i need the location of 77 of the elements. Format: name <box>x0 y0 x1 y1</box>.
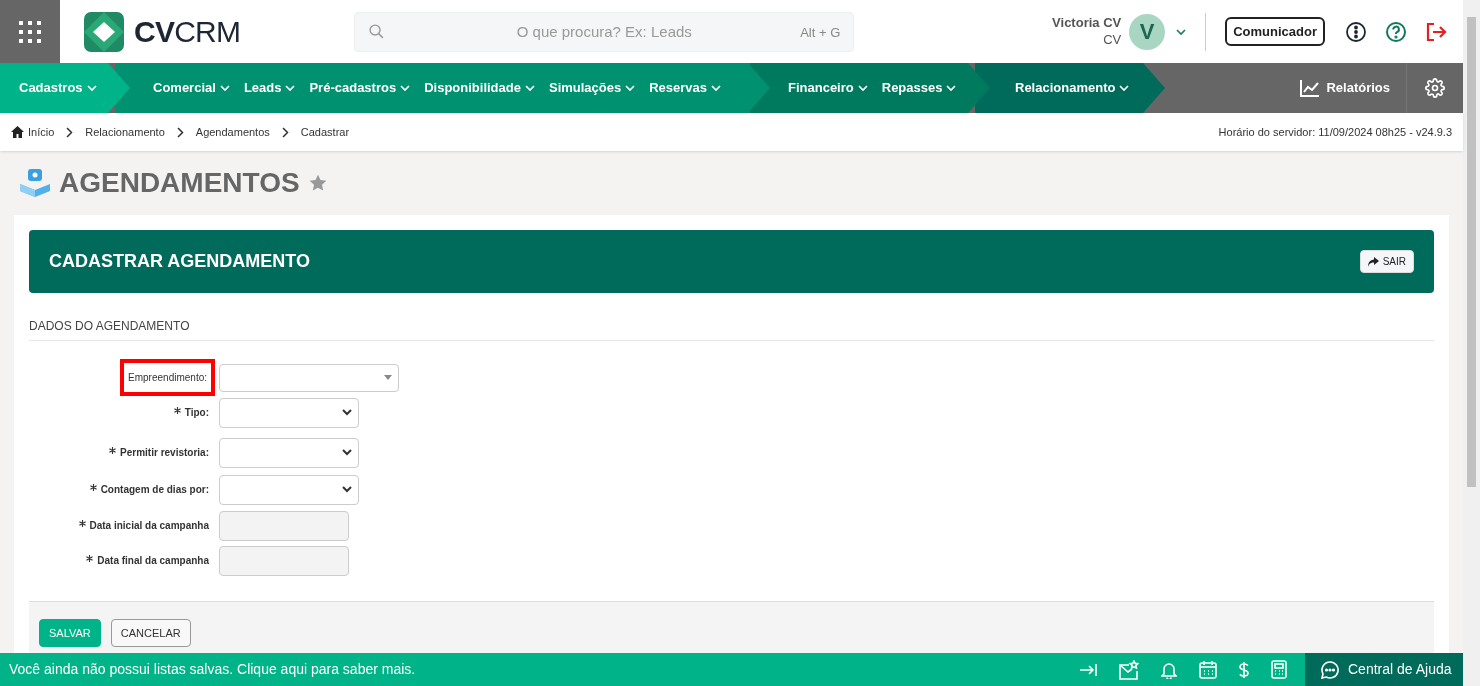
menu-item[interactable]: Relacionamento <box>1015 78 1130 98</box>
arrow-to-bar-icon[interactable] <box>1079 662 1097 677</box>
communicator-button[interactable]: Comunicador <box>1225 17 1325 46</box>
server-time: Horário do servidor: 11/09/2024 08h25 - v24.9.3 <box>1218 124 1452 140</box>
dollar-icon[interactable] <box>1239 660 1249 679</box>
chevron-down-icon <box>400 84 411 92</box>
exit-button[interactable]: SAIR <box>1359 250 1414 273</box>
chevron-down-icon <box>946 84 957 92</box>
calculator-icon[interactable] <box>1271 660 1287 679</box>
calendar-icon[interactable] <box>1199 660 1217 679</box>
chevron-down-icon <box>342 449 352 456</box>
field-label: Contagem de dias por: <box>100 483 209 497</box>
help-icon[interactable] <box>1385 20 1407 43</box>
chevron-down-icon <box>342 409 352 416</box>
chevron-down-icon <box>857 84 868 92</box>
chevron-down-icon <box>1119 84 1130 92</box>
chevron-down-icon <box>711 84 722 92</box>
logo-text: CVCRM <box>134 16 241 47</box>
person-board-icon <box>19 168 51 198</box>
envelope-star-icon[interactable] <box>1119 659 1139 680</box>
chevron-down-icon <box>285 84 296 92</box>
chevron-right-icon <box>66 126 74 138</box>
reports-link[interactable]: Relatórios <box>1300 78 1406 98</box>
menu-item[interactable]: Simulações <box>548 78 636 98</box>
cancel-button[interactable]: CANCELAR <box>110 619 191 647</box>
saved-lists-message[interactable]: Você ainda não possui listas salvas. Clique aqui para saber mais. <box>0 659 416 680</box>
chevron-right-icon <box>281 126 289 138</box>
star-icon[interactable] <box>307 173 328 193</box>
menu-item[interactable]: Leads <box>243 78 296 98</box>
shortcut-hint: Alt + G <box>800 23 841 42</box>
search-icon <box>368 22 386 40</box>
menu-item[interactable]: Pré-cadastros <box>309 78 411 98</box>
field-label: Data inicial da campanha <box>89 519 209 533</box>
menu-item[interactable]: Repasses <box>881 78 957 98</box>
line-chart-icon <box>1300 79 1321 97</box>
breadcrumb-link[interactable]: Início <box>28 123 55 141</box>
share-arrow-icon <box>1367 256 1379 267</box>
dropdown-field[interactable] <box>219 474 359 505</box>
autocomplete-field[interactable] <box>219 363 399 392</box>
chevron-down-icon <box>625 84 636 92</box>
logo-icon <box>84 11 124 52</box>
user-company: CV <box>1103 31 1122 48</box>
grid-icon <box>18 19 42 44</box>
chevron-down-icon <box>342 486 352 493</box>
chevron-down-icon <box>219 84 230 92</box>
apps-menu-button[interactable] <box>0 0 60 63</box>
form-title: CADASTRAR AGENDAMENTO <box>49 250 310 273</box>
chat-bubble-icon <box>1321 660 1339 679</box>
home-icon <box>11 126 24 138</box>
breadcrumb-link[interactable]: Agendamentos <box>195 123 270 141</box>
menu-item[interactable]: Reservas <box>649 78 722 98</box>
bell-icon[interactable] <box>1161 660 1177 679</box>
chevron-down-icon <box>86 84 97 92</box>
field-label: Data final da campanha <box>97 554 209 568</box>
menu-item[interactable]: Financeiro <box>788 78 868 98</box>
dropdown-field[interactable] <box>219 397 359 428</box>
menu-item[interactable]: Disponibilidade <box>424 78 535 98</box>
menu-item[interactable]: Comercial <box>153 78 230 98</box>
scrollbar[interactable] <box>1463 0 1480 686</box>
more-options-icon[interactable] <box>1345 20 1367 43</box>
section-title: DADOS DO AGENDAMENTO <box>29 317 1434 341</box>
save-button[interactable]: SALVAR <box>39 619 101 647</box>
dropdown-field[interactable] <box>219 437 359 468</box>
caret-down-icon <box>384 375 392 380</box>
menu-item[interactable]: Cadastros <box>19 78 97 98</box>
help-center-button[interactable]: Central de Ajuda <box>1305 653 1463 686</box>
logout-icon[interactable] <box>1425 20 1447 43</box>
breadcrumb-link[interactable]: Relacionamento <box>85 123 165 141</box>
chevron-down-icon <box>524 84 535 92</box>
settings-icon[interactable] <box>1425 78 1445 98</box>
field-label: Tipo: <box>184 406 209 420</box>
field-label: Permitir revistoria: <box>120 446 209 460</box>
user-avatar[interactable]: V <box>1129 13 1166 50</box>
chevron-right-icon <box>176 126 184 138</box>
field-label: Empreendimento: <box>120 359 215 396</box>
user-name: Victoria CV <box>1052 15 1122 32</box>
page-title: AGENDAMENTOS <box>59 166 300 200</box>
